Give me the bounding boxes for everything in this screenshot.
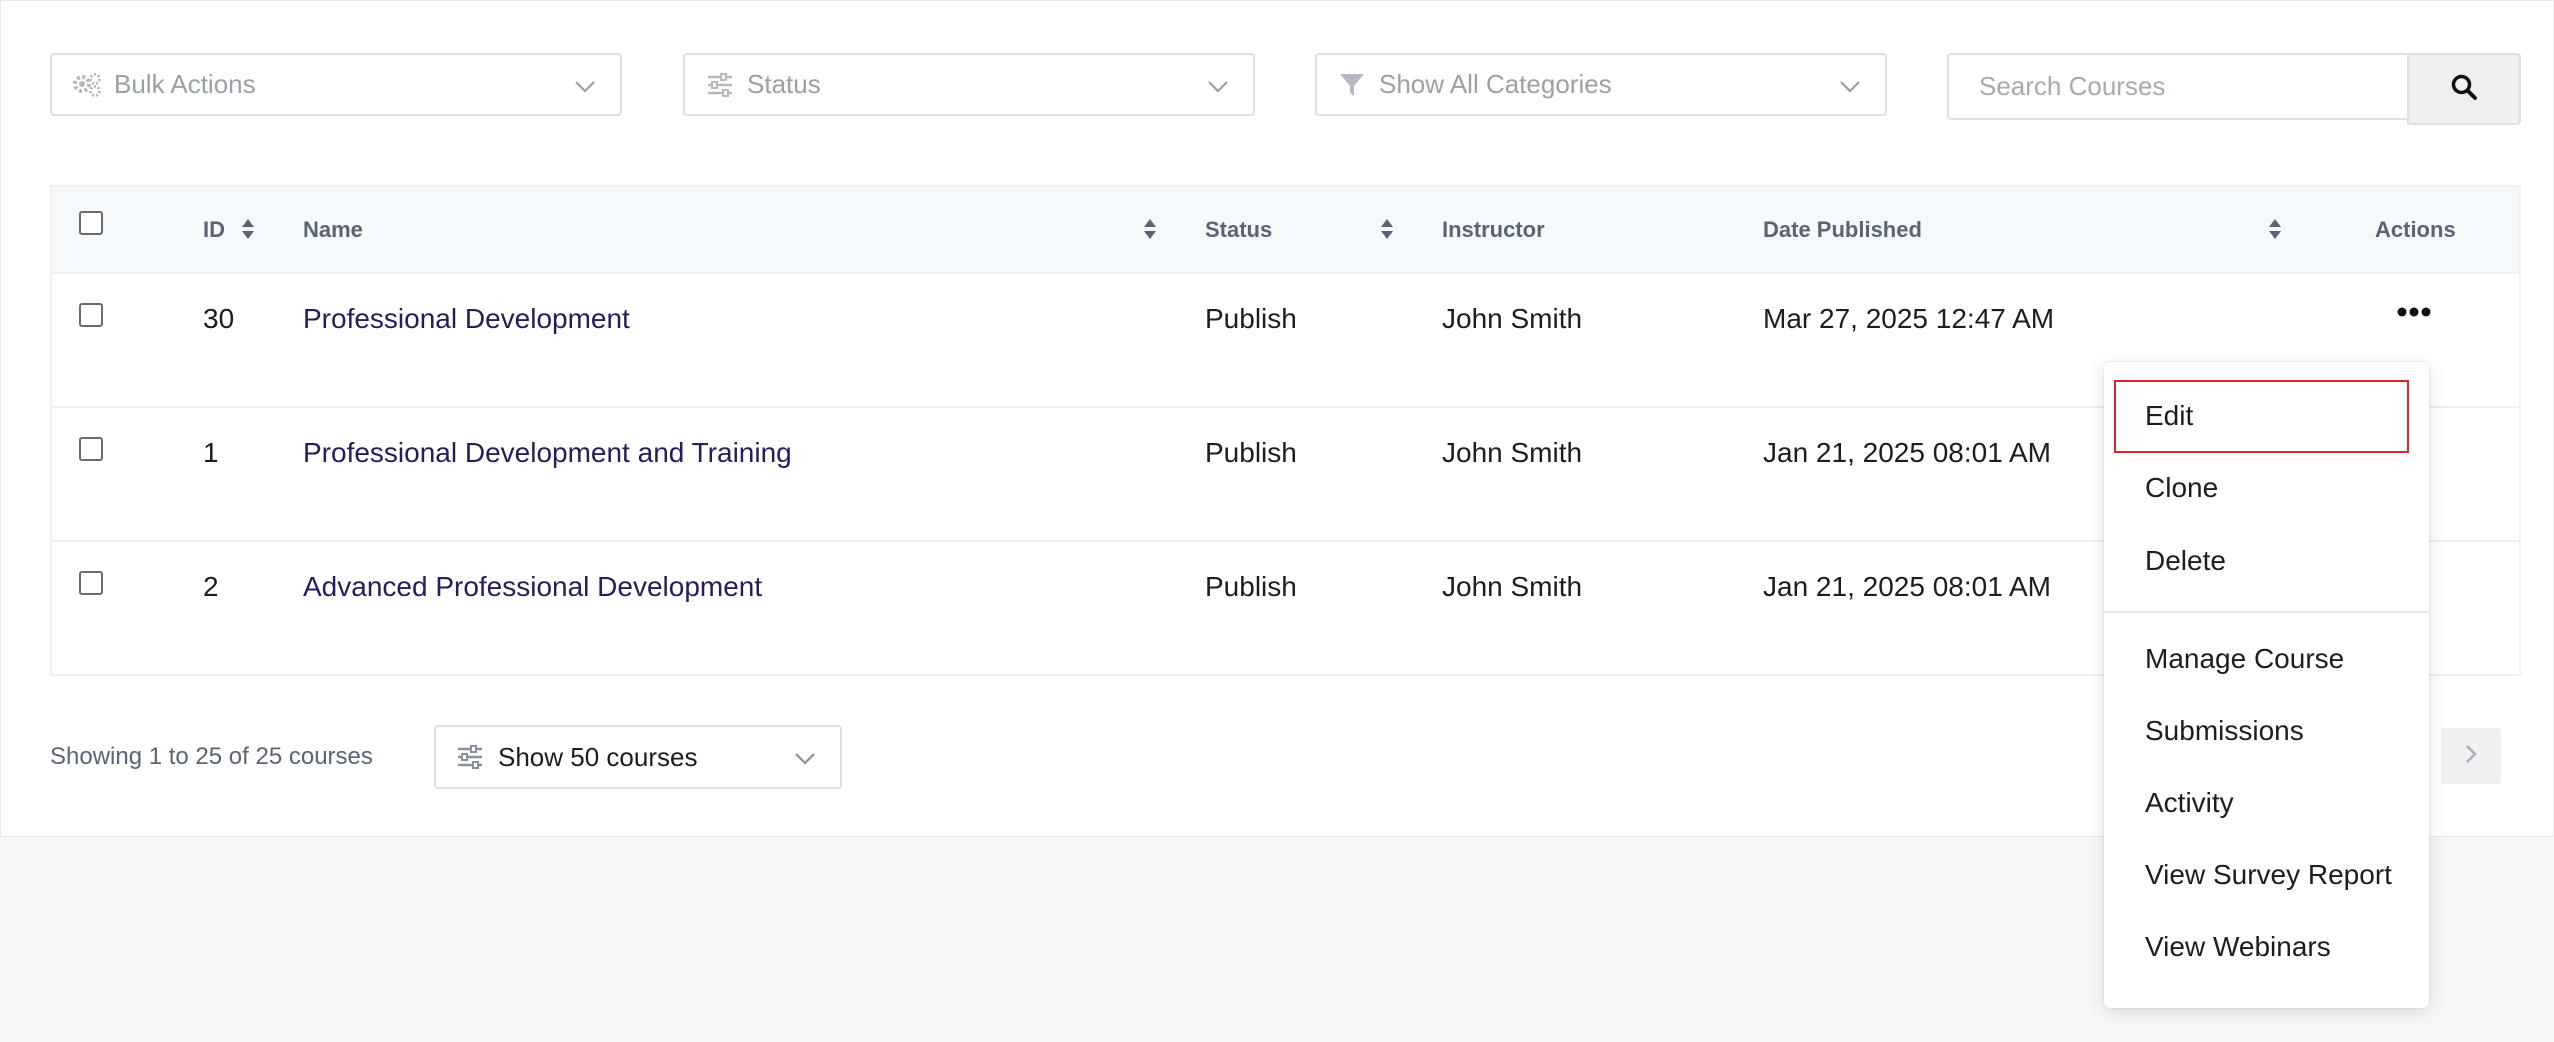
chevron-down-icon	[1837, 73, 1863, 99]
filter-icon	[1337, 70, 1367, 100]
bulk-actions-label: Bulk Actions	[114, 69, 256, 99]
course-instructor: John Smith	[1442, 437, 1583, 468]
sort-icon[interactable]	[1380, 218, 1394, 240]
search-button[interactable]	[2407, 53, 2521, 125]
menu-item-manage-course[interactable]: Manage Course	[2145, 643, 2344, 675]
row-checkbox[interactable]	[79, 437, 103, 461]
sliders-icon	[705, 70, 735, 100]
column-header-instructor: Instructor	[1442, 217, 1545, 242]
categories-label: Show All Categories	[1379, 69, 1612, 99]
more-horizontal-icon[interactable]	[2394, 302, 2434, 322]
column-header-actions: Actions	[2375, 217, 2456, 242]
course-status: Publish	[1205, 303, 1297, 334]
column-header-id[interactable]: ID	[203, 217, 225, 243]
sliders-icon	[456, 743, 484, 771]
menu-divider	[2104, 611, 2429, 613]
row-checkbox[interactable]	[79, 571, 103, 595]
course-actions-menu: Edit Clone Delete Manage Course Submissi…	[2104, 362, 2429, 1008]
sort-icon[interactable]	[241, 218, 255, 240]
categories-select[interactable]: Show All Categories	[1315, 53, 1887, 116]
bulk-actions-select[interactable]: Bulk Actions	[50, 53, 622, 116]
course-date: Jan 21, 2025 08:01 AM	[1763, 437, 2051, 468]
column-header-status[interactable]: Status	[1205, 217, 1272, 243]
menu-item-clone[interactable]: Clone	[2145, 472, 2218, 504]
menu-item-delete[interactable]: Delete	[2145, 545, 2226, 577]
course-id: 30	[203, 303, 235, 334]
chevron-right-icon	[2461, 742, 2481, 771]
status-select[interactable]: Status	[683, 53, 1255, 116]
course-instructor: John Smith	[1442, 571, 1583, 602]
course-status: Publish	[1205, 571, 1297, 602]
status-label: Status	[747, 69, 821, 99]
menu-item-view-survey-report[interactable]: View Survey Report	[2145, 859, 2392, 891]
search-icon	[2450, 73, 2478, 106]
column-header-name[interactable]: Name	[303, 217, 363, 243]
course-id: 1	[203, 437, 219, 468]
course-instructor: John Smith	[1442, 303, 1583, 334]
table-header: ID Name Status Instructor Date Published…	[52, 187, 2519, 274]
course-status: Publish	[1205, 437, 1297, 468]
per-page-label: Show 50 courses	[498, 741, 698, 772]
chevron-down-icon	[792, 745, 818, 771]
menu-item-view-webinars[interactable]: View Webinars	[2145, 931, 2331, 963]
search-input[interactable]	[1947, 53, 2409, 120]
per-page-select[interactable]: Show 50 courses	[434, 725, 842, 789]
course-id: 2	[203, 571, 219, 602]
pagination-summary: Showing 1 to 25 of 25 courses	[50, 743, 373, 770]
sort-icon[interactable]	[2268, 218, 2282, 240]
chevron-down-icon	[1205, 73, 1231, 99]
select-all-checkbox[interactable]	[79, 211, 103, 235]
course-name-link[interactable]: Professional Development	[303, 303, 630, 335]
chevron-down-icon	[572, 73, 598, 99]
menu-item-submissions[interactable]: Submissions	[2145, 715, 2304, 747]
gears-icon	[72, 70, 102, 100]
column-header-date-published[interactable]: Date Published	[1763, 217, 1922, 243]
course-name-link[interactable]: Professional Development and Training	[303, 437, 792, 469]
course-date: Mar 27, 2025 12:47 AM	[1763, 303, 2055, 334]
course-date: Jan 21, 2025 08:01 AM	[1763, 571, 2051, 602]
next-page-button[interactable]	[2441, 728, 2501, 784]
row-checkbox[interactable]	[79, 303, 103, 327]
sort-icon[interactable]	[1143, 218, 1157, 240]
course-name-link[interactable]: Advanced Professional Development	[303, 571, 762, 603]
menu-item-edit[interactable]: Edit	[2145, 400, 2193, 432]
menu-item-activity[interactable]: Activity	[2145, 787, 2234, 819]
